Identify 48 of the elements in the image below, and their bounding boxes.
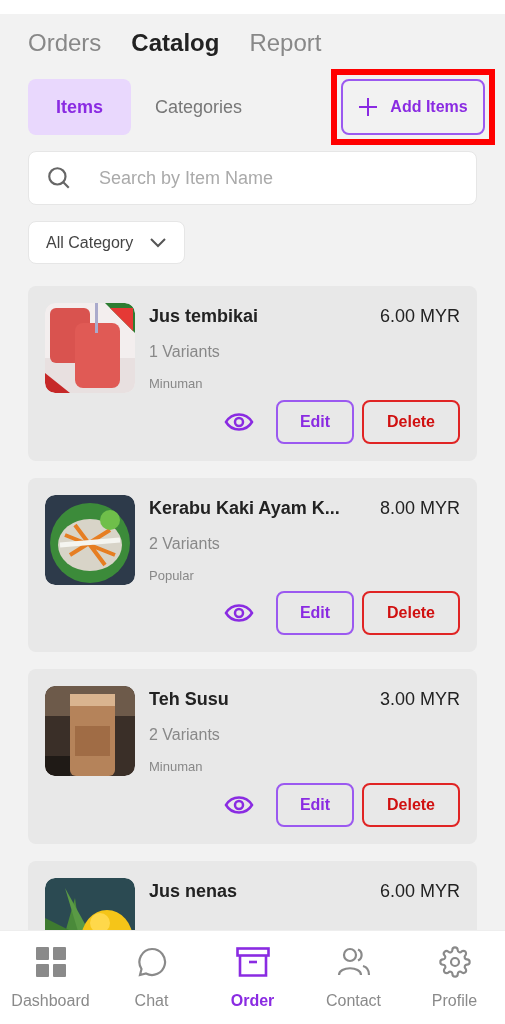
- page-tab[interactable]: Report: [249, 25, 322, 61]
- variant-count: 2 Variants: [149, 725, 220, 745]
- page-tab[interactable]: Catalog: [131, 25, 220, 61]
- chevron-down-icon: [149, 236, 168, 249]
- category-label: Minuman: [149, 375, 203, 393]
- category-dropdown[interactable]: All Category: [28, 221, 186, 264]
- eye-icon[interactable]: [224, 602, 254, 624]
- nav-tab[interactable]: Profile: [404, 945, 505, 1013]
- item-card[interactable]: Jus nenas 6.00 MYR: [28, 860, 477, 930]
- people-icon: [336, 947, 371, 977]
- add-items-button[interactable]: Add Items: [341, 79, 485, 135]
- search-field[interactable]: Search by Item Name: [28, 151, 477, 205]
- eye-icon[interactable]: [224, 410, 254, 433]
- delete-button[interactable]: Delete: [362, 399, 460, 444]
- edit-button[interactable]: Edit: [276, 782, 354, 827]
- grid-icon: [35, 947, 66, 977]
- nav-tab[interactable]: Contact: [303, 945, 404, 1013]
- edit-button[interactable]: Edit: [276, 399, 354, 444]
- item-name: Jus nenas: [149, 879, 238, 903]
- page-tab[interactable]: Orders: [28, 25, 102, 61]
- item-card[interactable]: Teh Susu 3.00 MYR 2 Variants Minuman Edit Delete: [28, 669, 477, 844]
- edit-button[interactable]: Edit: [276, 591, 354, 635]
- item-card[interactable]: Jus tembikai 6.00 MYR 1 Variants Minuman Edit Delete: [28, 286, 477, 461]
- item-price: 8.00 MYR: [379, 496, 460, 520]
- segment-tab[interactable]: Items: [28, 79, 132, 135]
- category-label: Popular: [149, 566, 194, 585]
- nav-tab[interactable]: Chat: [101, 945, 202, 1013]
- item-price: 6.00 MYR: [379, 305, 460, 328]
- item-name: Jus tembikai: [149, 305, 259, 328]
- item-name: Teh Susu: [149, 688, 229, 711]
- item-price: 6.00 MYR: [379, 879, 460, 903]
- eye-icon[interactable]: [224, 793, 254, 816]
- settings-icon: [438, 946, 471, 978]
- nav-tab[interactable]: Dashboard: [0, 945, 101, 1013]
- delete-button[interactable]: Delete: [362, 591, 460, 635]
- variant-count: 2 Variants: [149, 533, 220, 554]
- variant-count: 1 Variants: [149, 342, 220, 362]
- delete-button[interactable]: Delete: [362, 782, 460, 827]
- plus-icon: [358, 97, 379, 117]
- chat-icon: [136, 947, 167, 977]
- category-label: Minuman: [149, 758, 203, 776]
- search-icon: [46, 165, 72, 191]
- segment-tab[interactable]: Categories: [147, 79, 251, 135]
- archive-box-icon: [235, 947, 270, 977]
- item-card[interactable]: Kerabu Kaki Ayam K... 8.00 MYR 2 Variants Popular Edit Delete: [28, 477, 477, 652]
- item-name: Kerabu Kaki Ayam K...: [149, 496, 340, 520]
- item-price: 3.00 MYR: [379, 688, 460, 711]
- nav-tab[interactable]: Order: [202, 945, 303, 1013]
